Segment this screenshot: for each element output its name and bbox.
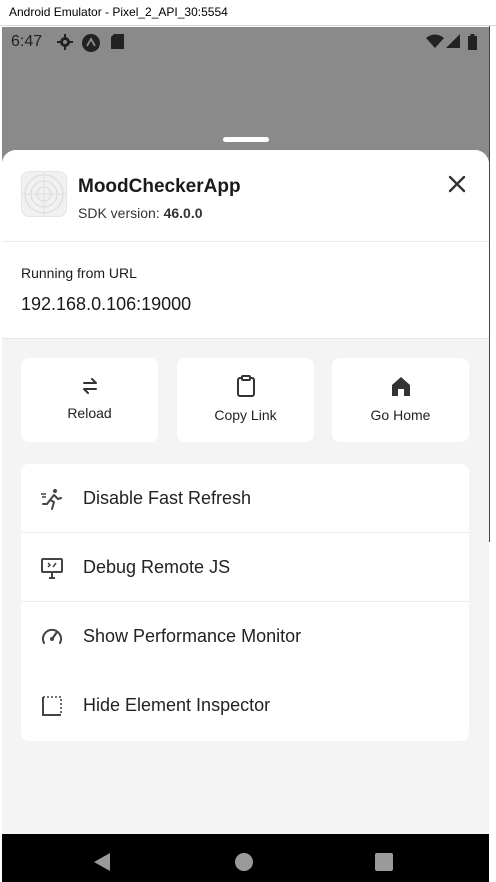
home-circle-icon[interactable] bbox=[235, 853, 253, 871]
url-section: Running from URL 192.168.0.106:19000 bbox=[2, 242, 489, 339]
battery-icon bbox=[468, 34, 477, 50]
copy-link-button[interactable]: Copy Link bbox=[177, 358, 314, 442]
sdk-version: SDK version: 46.0.0 bbox=[78, 205, 203, 221]
speedometer-icon bbox=[42, 628, 62, 644]
clipboard-icon bbox=[236, 375, 255, 397]
menu-item-show-performance-monitor[interactable]: Show Performance Monitor bbox=[21, 602, 469, 671]
url-value: 192.168.0.106:19000 bbox=[21, 294, 192, 314]
url-label: Running from URL bbox=[21, 265, 137, 281]
menu-item-debug-remote-js[interactable]: Debug Remote JS bbox=[21, 533, 469, 602]
recents-square-icon[interactable] bbox=[375, 853, 393, 871]
copy-link-label: Copy Link bbox=[214, 407, 277, 423]
expo-app-icon bbox=[82, 34, 100, 52]
signal-icon bbox=[446, 34, 460, 48]
status-time: 6:47 bbox=[11, 33, 43, 50]
emulator-screen: 6:47 MoodCheckerApp SDK version: 46.0.0 … bbox=[2, 27, 489, 882]
reload-button[interactable]: Reload bbox=[21, 358, 158, 442]
status-bar: 6:47 bbox=[2, 27, 489, 57]
app-header: MoodCheckerApp SDK version: 46.0.0 bbox=[2, 150, 489, 242]
menu-label: Show Performance Monitor bbox=[83, 626, 302, 646]
settings-icon bbox=[57, 34, 73, 50]
app-name: MoodCheckerApp bbox=[78, 176, 241, 197]
back-triangle-icon[interactable] bbox=[94, 853, 110, 871]
android-nav-bar bbox=[2, 834, 489, 882]
reload-label: Reload bbox=[67, 405, 112, 421]
menu-item-disable-fast-refresh[interactable]: Disable Fast Refresh bbox=[21, 464, 469, 533]
home-icon bbox=[391, 377, 410, 396]
dev-menu-sheet: MoodCheckerApp SDK version: 46.0.0 Runni… bbox=[2, 150, 489, 834]
monitor-debug-icon bbox=[41, 558, 63, 579]
sdk-version-value: 46.0.0 bbox=[163, 205, 203, 221]
dotted-square-icon bbox=[42, 696, 62, 716]
app-icon bbox=[21, 171, 67, 217]
go-home-button[interactable]: Go Home bbox=[332, 358, 469, 442]
menu-label: Hide Element Inspector bbox=[83, 695, 271, 715]
running-person-icon bbox=[41, 489, 62, 510]
side-toolbar-edge bbox=[489, 26, 496, 542]
sheet-drag-handle[interactable] bbox=[223, 137, 269, 142]
menu-label: Disable Fast Refresh bbox=[83, 488, 252, 508]
menu-label: Debug Remote JS bbox=[83, 557, 231, 577]
sd-card-icon bbox=[111, 34, 124, 49]
sdk-label: SDK version: bbox=[78, 205, 164, 221]
close-icon[interactable] bbox=[445, 172, 469, 196]
menu-item-hide-element-inspector[interactable]: Hide Element Inspector bbox=[21, 671, 469, 740]
dev-menu-list: Disable Fast Refresh Debug Remote JS Sho… bbox=[21, 464, 469, 741]
go-home-label: Go Home bbox=[370, 407, 431, 423]
reload-icon bbox=[82, 378, 97, 394]
wifi-icon bbox=[426, 34, 444, 48]
window-title: Android Emulator - Pixel_2_API_30:5554 bbox=[0, 0, 496, 26]
